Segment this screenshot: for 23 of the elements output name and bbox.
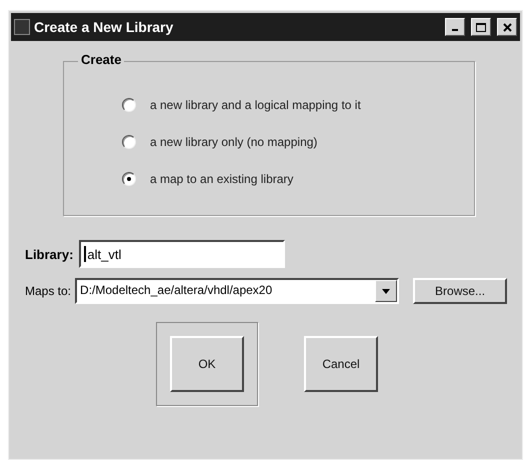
radio-button[interactable] [122,172,136,186]
radio-label: a new library and a logical mapping to it [150,98,361,112]
window-title: Create a New Library [34,19,174,35]
maps-to-label: Maps to: [25,284,72,298]
library-label: Library: [25,246,74,262]
radio-button[interactable] [122,134,136,148]
dropdown-button[interactable] [375,280,398,302]
dialog-button[interactable]: Cancel [304,336,378,392]
radio-label: a map to an existing library [150,172,294,186]
close-button[interactable] [497,18,517,36]
maps-to-combo[interactable]: D:/Modeltech_ae/altera/vhdl/apex20 [75,278,400,304]
maximize-button[interactable] [471,18,491,36]
radio-label: a new library only (no mapping) [150,134,318,148]
group-title: Create [78,52,124,67]
browse-button[interactable]: Browse... [413,278,508,304]
library-field[interactable]: alt_vtl [79,240,286,268]
radio-button[interactable] [122,98,136,112]
app-icon [14,19,30,35]
close-icon [502,22,512,32]
minimize-button[interactable] [445,18,465,36]
caret-icon [382,288,390,294]
maximize-icon [476,22,486,32]
dialog-button[interactable]: OK [170,336,244,392]
